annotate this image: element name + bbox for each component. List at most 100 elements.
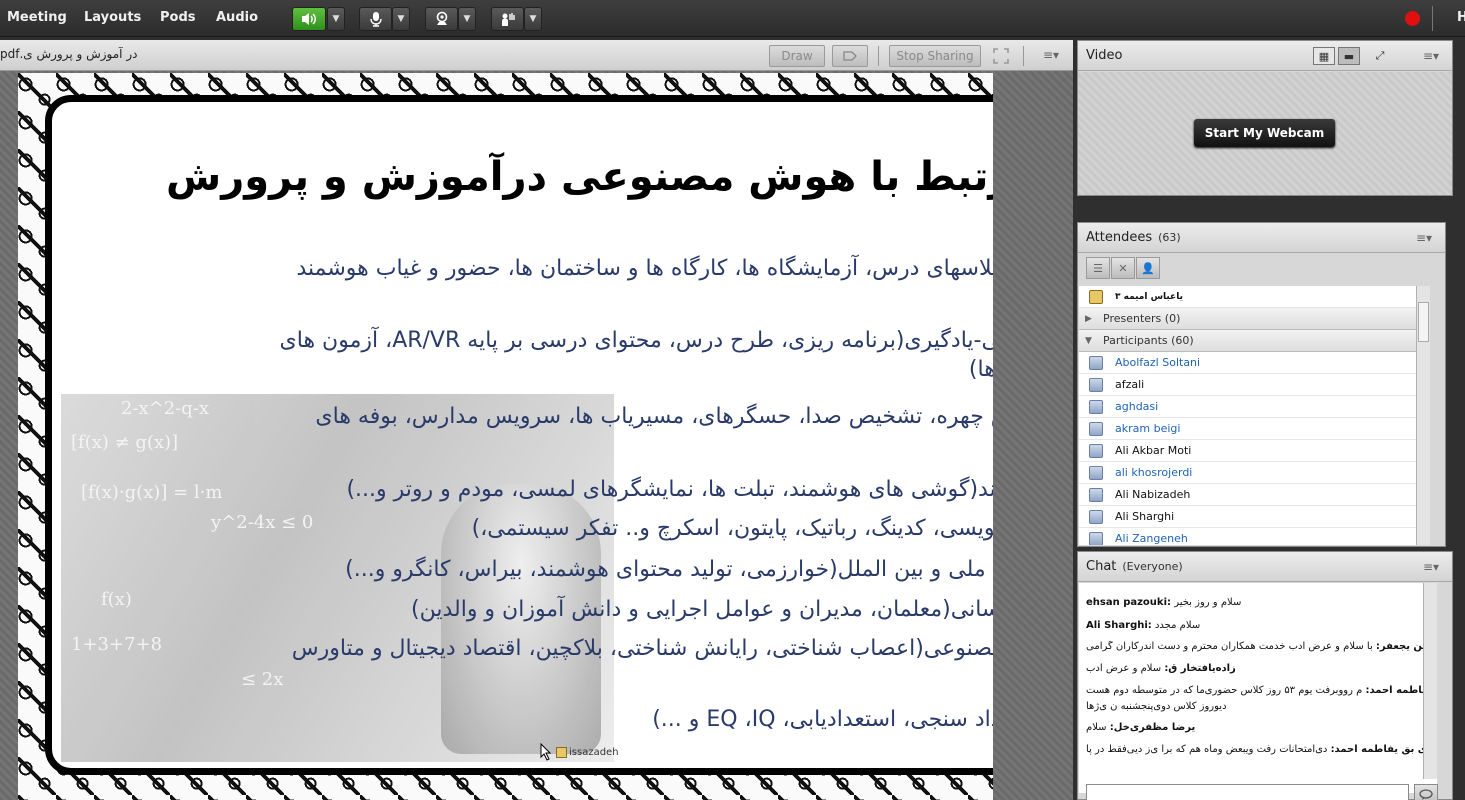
host-row[interactable]: یاعباس امیمه ۳ [1079,286,1430,308]
fullscreen-icon [993,48,1009,64]
webcam-button[interactable] [425,7,458,31]
attendees-toolbar: ☰ ✕ 👤 [1086,257,1160,281]
chat-options-icon[interactable]: ≡▾ [1423,560,1439,574]
chat-text: دیوروز کلاس دوی‌پنجشنبه ن ی‌ژ‌ها [1086,701,1227,712]
presenters-group[interactable]: ▶ Presenters (0) [1079,308,1430,330]
list-view-icon[interactable]: ☰ [1086,257,1110,279]
menu-bar: Meeting Layouts Pods Audio ▼ ▼ ▼ ▼ H [0,0,1465,37]
grid-view-icon[interactable]: ▦ [1313,47,1335,65]
participant-name: Ali Akbar Moti [1115,444,1192,457]
menu-pods[interactable]: Pods [160,10,196,25]
breakout-icon[interactable]: ✕ [1111,257,1135,279]
participant-icon [1089,531,1103,545]
chat-message: Ali Sharghi: سلام مجدد [1086,620,1424,631]
chat-sender: بازی ‌بق یفاطمه احمد: [1330,744,1424,755]
menu-separator [1432,6,1433,31]
chat-title: Chat (Everyone) [1086,559,1183,574]
slide-line: دهای ملی و بین الملل(خوارزمی، تولید محتو… [345,557,993,582]
slide-line: جت ها) [968,357,993,382]
stop-sharing-button[interactable]: Stop Sharing [889,45,981,67]
host-name: یاعباس امیمه ۳ [1115,291,1183,302]
filmstrip-view-icon[interactable]: ▬ [1338,47,1360,65]
menu-meeting[interactable]: Meeting [7,10,67,25]
raise-hand-button[interactable] [491,7,524,31]
speaker-dropdown-button[interactable]: ▼ [327,7,345,31]
webcam-icon [436,11,447,25]
raise-hand-dropdown-button[interactable]: ▼ [524,7,542,31]
formula-text: f(x) [101,589,132,610]
chat-scrollbar[interactable] [1423,583,1437,779]
participants-group[interactable]: ▼ Participants (60) [1079,330,1430,352]
webcam-dropdown-button[interactable]: ▼ [458,7,476,31]
participant-row[interactable]: afzali [1079,374,1430,396]
participant-icon [1089,355,1103,370]
attendees-title: Attendees (63) [1086,230,1181,245]
participant-name: Ali Nabizadeh [1115,488,1191,501]
chat-message: بازی ‌بق یفاطمه احمد: م رووبرفت یوم ۵۳ ر… [1086,685,1424,696]
scroll-thumb[interactable] [1418,302,1429,342]
chat-text: سلام و عرض ادب [1086,663,1165,674]
fullscreen-button[interactable] [988,45,1014,67]
chat-send-button[interactable] [1414,784,1438,800]
cursor-arrow-icon [540,743,552,761]
chat-input[interactable] [1086,784,1409,800]
host-icon [1089,289,1103,304]
slide-line: خیص چهره، تشخیص صدا، حسگرهای، مسیریاب ها… [315,404,993,429]
expanded-arrow-icon: ▼ [1085,335,1092,346]
presenter-cursor: issazadeh [540,743,619,761]
pod-options-icon[interactable]: ≡▾ [1043,48,1059,62]
presenters-label: Presenters (0) [1103,312,1181,325]
attendees-count: (63) [1158,231,1181,244]
participant-name: Ali Sharghi [1115,510,1175,523]
collapsed-arrow-icon: ▶ [1085,313,1092,324]
participant-icon [1089,465,1103,480]
chat-pod-header: Chat (Everyone) ≡▾ [1078,552,1452,582]
participant-icon [1089,421,1103,436]
participant-row[interactable]: ali khosrojerdi [1079,462,1430,484]
video-pod-options-icon[interactable]: ≡▾ [1423,49,1439,63]
fullscreen-video-icon[interactable]: ⤢ [1369,47,1391,65]
participant-row[interactable]: Ali Akbar Moti [1079,440,1430,462]
slide-panel: مرتبط با هوش مصنوعی درآموزش و پرورش س(کل… [45,95,993,775]
participant-icon [1089,443,1103,458]
participant-name: afzali [1115,378,1145,391]
header-separator [1023,46,1024,66]
participant-row[interactable]: akram beigi [1079,418,1430,440]
attendees-title-text: Attendees [1086,230,1153,245]
adobe-connect-window: Meeting Layouts Pods Audio ▼ ▼ ▼ ▼ H در … [0,0,1465,800]
attendees-options-icon[interactable]: ≡▾ [1416,231,1432,245]
video-pod-title: Video [1086,48,1123,63]
pointer-tool-button[interactable] [832,45,868,67]
slide-line: ستعداد سنجی، استعدادیابی، EQ ،IQ و ...) [652,707,993,732]
participant-row[interactable]: Ali Zangeneh [1079,528,1430,545]
presentation-slide: مرتبط با هوش مصنوعی درآموزش و پرورش س(کل… [18,73,993,800]
pointer-icon [843,51,857,61]
record-indicator-icon[interactable] [1405,11,1420,26]
chat-message: ehsan pazouki: سلام و روز بخیر [1086,597,1424,608]
help-menu[interactable]: H [1457,10,1465,25]
draw-button[interactable]: Draw [769,45,825,67]
menu-layouts[interactable]: Layouts [84,10,141,25]
participant-icon [1089,487,1103,502]
participant-row[interactable]: Abolfazl Soltani [1079,352,1430,374]
participant-row[interactable]: Ali Sharghi [1079,506,1430,528]
start-webcam-button[interactable]: Start My Webcam [1194,119,1335,147]
attendees-scrollbar[interactable] [1416,286,1430,545]
participant-row[interactable]: aghdasi [1079,396,1430,418]
menu-audio[interactable]: Audio [216,10,258,25]
formula-text: 2-x^2-q-x [121,398,210,419]
attendees-pod: Attendees (63) ≡▾ ☰ ✕ 👤 یاعباس امیمه ۳ ▶ … [1077,222,1446,547]
slide-line: د دهی-یادگیری(برنامه ریزی، طرح درس، محتو… [279,328,993,353]
status-view-icon[interactable]: 👤 [1136,257,1160,279]
microphone-dropdown-button[interactable]: ▼ [392,7,410,31]
microphone-button[interactable] [359,7,392,31]
chat-bubble-icon [1419,789,1433,800]
formula-text: [f(x)·g(x)] = l·m [81,482,223,503]
speaker-button[interactable] [292,7,326,31]
participants-label: Participants (60) [1103,334,1194,347]
share-pod-header: در آموزش و پرورش ی.pdf Draw Stop Sharing… [0,40,1073,71]
video-pod: Video ▦ ▬ ⤢ ≡▾ Start My Webcam [1077,40,1453,196]
participant-row[interactable]: Ali Nabizadeh [1079,484,1430,506]
participant-name: akram beigi [1115,422,1181,435]
video-area: Start My Webcam [1078,72,1452,195]
